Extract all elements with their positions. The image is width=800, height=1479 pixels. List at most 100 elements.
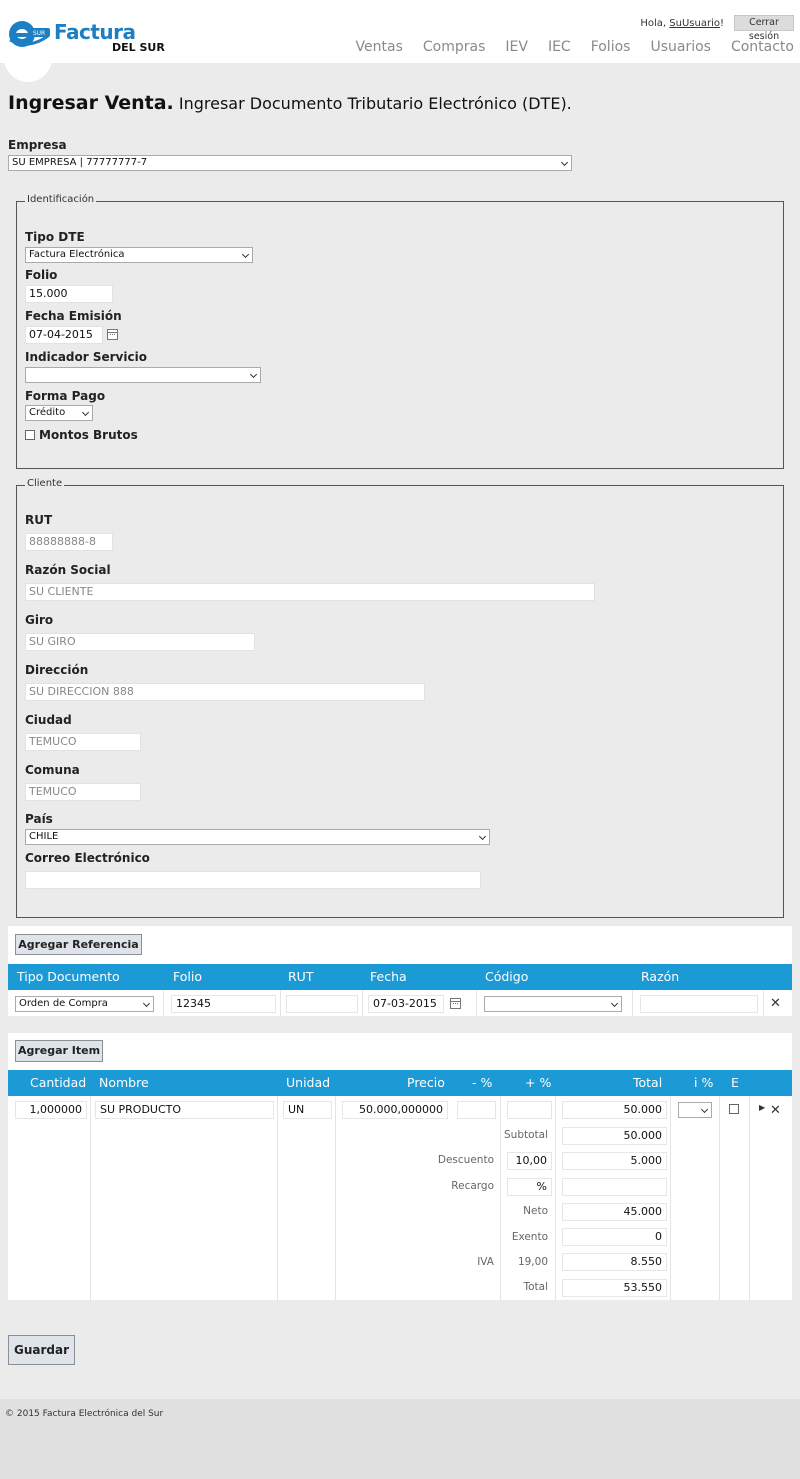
divider bbox=[362, 990, 363, 1016]
ref-folio-input[interactable]: 12345 bbox=[171, 995, 276, 1013]
pais-select[interactable]: CHILE bbox=[25, 829, 490, 845]
guardar-button[interactable]: Guardar bbox=[8, 1335, 75, 1365]
col-nombre: Nombre bbox=[99, 1075, 149, 1090]
razon-social-input[interactable]: SU CLIENTE bbox=[25, 583, 595, 601]
razon-social-label: Razón Social bbox=[25, 563, 111, 577]
item-nombre-input[interactable]: SU PRODUCTO bbox=[95, 1101, 274, 1119]
divider bbox=[670, 1096, 671, 1300]
comuna-label: Comuna bbox=[25, 763, 80, 777]
greeting: Hola, SuUsuario! bbox=[640, 18, 724, 29]
item-impuesto-select[interactable] bbox=[678, 1102, 712, 1118]
nav-compras[interactable]: Compras bbox=[423, 39, 486, 55]
col-total: Total bbox=[633, 1075, 663, 1090]
col-codigo: Código bbox=[485, 969, 529, 984]
indicador-servicio-select[interactable] bbox=[25, 367, 261, 383]
exento-label: Exento bbox=[511, 1231, 548, 1243]
nav-usuarios[interactable]: Usuarios bbox=[650, 39, 711, 55]
agregar-item-button[interactable]: Agregar Item bbox=[15, 1040, 103, 1062]
divider bbox=[749, 1096, 750, 1300]
col-folio: Folio bbox=[173, 969, 202, 984]
iva-pct: 19,00 bbox=[517, 1256, 548, 1268]
item-unidad-input[interactable]: UN bbox=[283, 1101, 332, 1119]
forma-pago-label: Forma Pago bbox=[25, 389, 106, 403]
item-descuento-input[interactable] bbox=[457, 1101, 496, 1119]
cliente-legend: Cliente bbox=[25, 478, 65, 489]
ref-codigo-select[interactable] bbox=[484, 996, 622, 1012]
descuento-pct-input[interactable]: 10,00 bbox=[507, 1152, 552, 1170]
item-precio-input[interactable]: 50.000,000000 bbox=[342, 1101, 448, 1119]
logo-e-icon: SUR bbox=[9, 21, 50, 47]
logout-button[interactable]: Cerrar sesión bbox=[734, 15, 794, 42]
ref-tipo-select[interactable]: Orden de Compra bbox=[15, 996, 154, 1012]
footer-copyright: © 2015 Factura Electrónica del Sur bbox=[5, 1409, 164, 1419]
col-cantidad: Cantidad bbox=[30, 1075, 87, 1090]
item-total-input[interactable]: 50.000 bbox=[562, 1101, 667, 1119]
nav-contacto[interactable]: Contacto bbox=[731, 39, 794, 55]
tipo-dte-select[interactable]: Factura Electrónica bbox=[25, 247, 253, 263]
total-label: Total bbox=[523, 1281, 548, 1293]
fecha-emision-label: Fecha Emisión bbox=[25, 309, 122, 323]
ref-rut-input[interactable] bbox=[286, 995, 358, 1013]
items-header: Cantidad Nombre Unidad Precio - % + % To… bbox=[8, 1070, 792, 1096]
ref-razon-input[interactable] bbox=[640, 995, 758, 1013]
col-rut: RUT bbox=[288, 969, 314, 984]
col-razon: Razón bbox=[641, 969, 680, 984]
expand-arrow-icon[interactable]: ▶ bbox=[759, 1103, 765, 1112]
recargo-pct-input[interactable]: % bbox=[507, 1178, 552, 1196]
tipo-dte-label: Tipo DTE bbox=[25, 230, 85, 244]
giro-label: Giro bbox=[25, 613, 54, 627]
referencias-header: Tipo Documento Folio RUT Fecha Código Ra… bbox=[8, 964, 792, 990]
main-nav: Ventas Compras IEV IEC Folios Usuarios C… bbox=[356, 39, 794, 55]
divider bbox=[719, 1096, 720, 1300]
iva-value: 8.550 bbox=[562, 1253, 667, 1271]
calendar-icon[interactable] bbox=[107, 329, 118, 340]
exento-value: 0 bbox=[562, 1228, 667, 1246]
direccion-label: Dirección bbox=[25, 663, 89, 677]
col-unidad: Unidad bbox=[286, 1075, 331, 1090]
pais-label: País bbox=[25, 812, 53, 826]
nav-ventas[interactable]: Ventas bbox=[356, 39, 403, 55]
item-recargo-input[interactable] bbox=[507, 1101, 552, 1119]
user-link[interactable]: SuUsuario bbox=[669, 18, 720, 29]
nav-folios[interactable]: Folios bbox=[591, 39, 631, 55]
ciudad-input[interactable]: TEMUCO bbox=[25, 733, 141, 751]
divider bbox=[763, 990, 764, 1016]
montos-brutos-checkbox[interactable] bbox=[25, 430, 35, 440]
divider bbox=[277, 1096, 278, 1300]
agregar-referencia-button[interactable]: Agregar Referencia bbox=[15, 934, 142, 955]
nav-iec[interactable]: IEC bbox=[548, 39, 571, 55]
col-impuesto: i % bbox=[694, 1075, 714, 1090]
ref-calendar-icon[interactable] bbox=[450, 998, 461, 1009]
neto-label: Neto bbox=[523, 1205, 548, 1217]
forma-pago-select[interactable]: Crédito bbox=[25, 405, 93, 421]
divider bbox=[555, 1096, 556, 1300]
item-cantidad-input[interactable]: 1,000000 bbox=[15, 1101, 87, 1119]
fecha-emision-input[interactable]: 07-04-2015 bbox=[25, 326, 103, 344]
rut-input[interactable]: 88888888-8 bbox=[25, 533, 113, 551]
descuento-value: 5.000 bbox=[562, 1152, 667, 1170]
item-delete-icon[interactable]: ✕ bbox=[770, 1103, 781, 1118]
total-value: 53.550 bbox=[562, 1279, 667, 1297]
direccion-input[interactable]: SU DIRECCION 888 bbox=[25, 683, 425, 701]
identificacion-legend: Identificación bbox=[25, 194, 97, 205]
comuna-input[interactable]: TEMUCO bbox=[25, 783, 141, 801]
item-exento-checkbox[interactable] bbox=[729, 1104, 739, 1114]
iva-label: IVA bbox=[477, 1256, 494, 1268]
correo-input[interactable] bbox=[25, 871, 481, 889]
empresa-select[interactable]: SU EMPRESA | 77777777-7 bbox=[8, 155, 572, 171]
divider bbox=[163, 990, 164, 1016]
ciudad-label: Ciudad bbox=[25, 713, 72, 727]
col-tipo-documento: Tipo Documento bbox=[17, 969, 120, 984]
divider bbox=[500, 1096, 501, 1300]
nav-iev[interactable]: IEV bbox=[505, 39, 528, 55]
ref-fecha-input[interactable]: 07-03-2015 bbox=[368, 995, 444, 1013]
col-precio: Precio bbox=[407, 1075, 445, 1090]
recargo-label: Recargo bbox=[451, 1180, 494, 1192]
giro-input[interactable]: SU GIRO bbox=[25, 633, 255, 651]
correo-label: Correo Electrónico bbox=[25, 851, 150, 865]
folio-label: Folio bbox=[25, 268, 58, 282]
folio-input[interactable]: 15.000 bbox=[25, 285, 113, 303]
divider bbox=[280, 990, 281, 1016]
ref-delete-icon[interactable]: ✕ bbox=[770, 996, 781, 1011]
subtotal-value: 50.000 bbox=[562, 1127, 667, 1145]
